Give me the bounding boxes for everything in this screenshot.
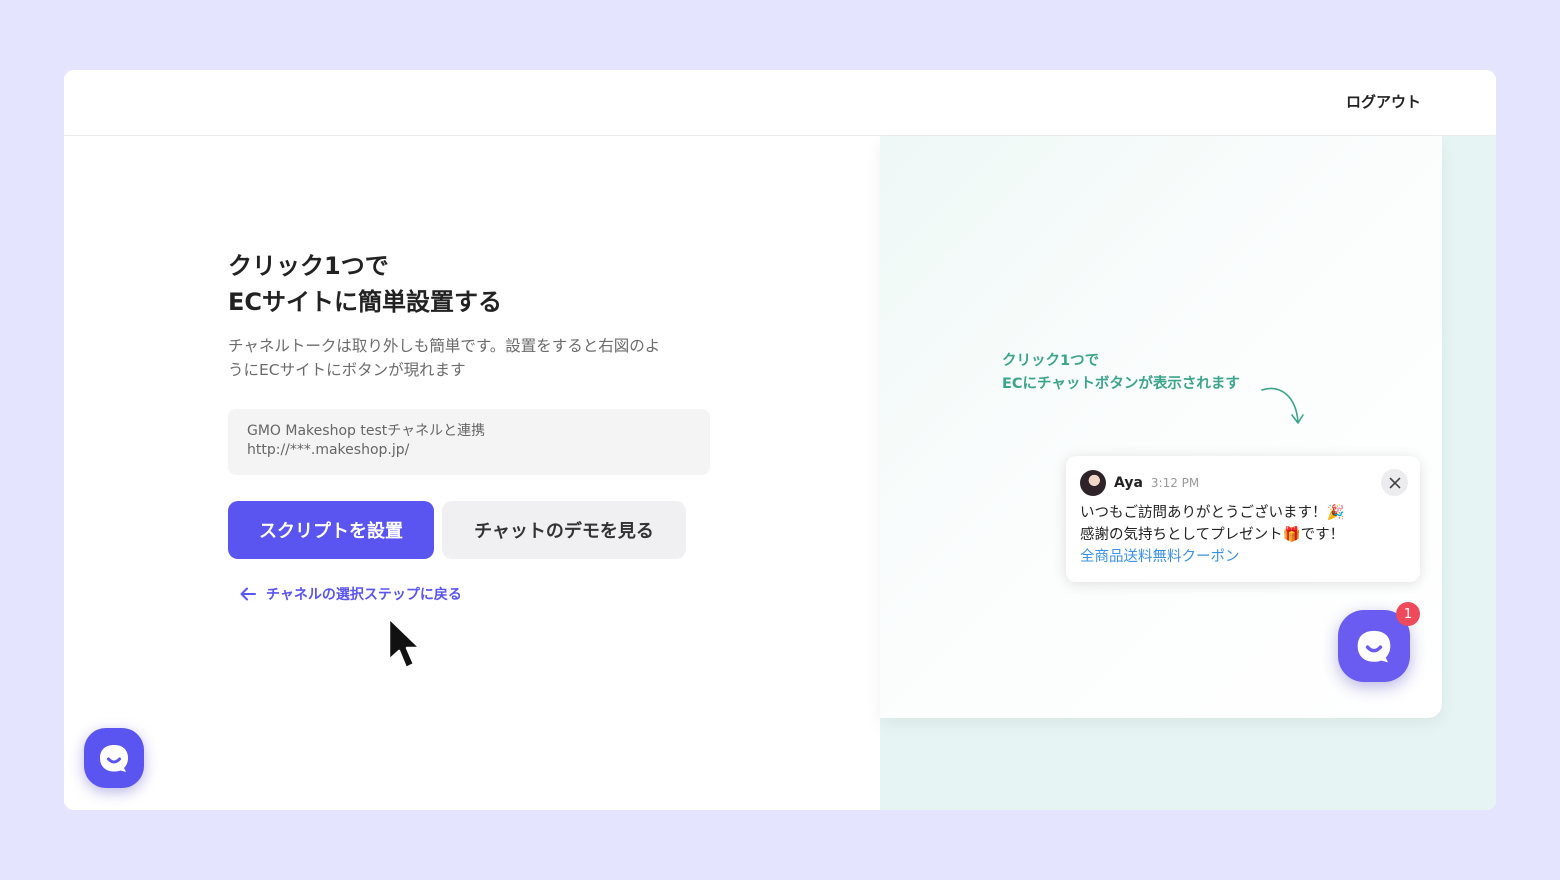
chat-launcher-button[interactable] <box>84 728 144 788</box>
header: ログアウト <box>64 70 1496 136</box>
title-line-2: ECサイトに簡単設置する <box>228 288 503 316</box>
popup-header: Aya 3:12 PM <box>1080 469 1406 496</box>
close-icon <box>1389 477 1400 488</box>
description-line-1: チャネルトークは取り外しも簡単です。設置をすると右図のよ <box>228 337 661 355</box>
message-time: 3:12 PM <box>1150 475 1200 490</box>
description: チャネルトークは取り外しも簡単です。設置をすると右図のよ うにECサイトにボタン… <box>228 334 718 382</box>
chat-bubble-icon <box>1357 630 1391 663</box>
close-button[interactable] <box>1381 469 1408 496</box>
preview-annotation: クリック1つで ECにチャットボタンが表示されます <box>1002 350 1240 396</box>
channel-name: GMO Makeshop testチャネルと連携 <box>247 423 486 439</box>
preview-pane: クリック1つで ECにチャットボタンが表示されます Aya 3:12 PM いつ… <box>880 136 1496 810</box>
page-title: クリック1つで ECサイトに簡単設置する <box>228 248 502 320</box>
preview-chat-launcher-button[interactable]: 1 <box>1338 602 1420 682</box>
title-line-1: クリック1つで <box>228 252 389 280</box>
message-line-2: 感謝の気持ちとしてプレゼント🎁です！ <box>1080 527 1345 543</box>
setup-pane: クリック1つで ECサイトに簡単設置する チャネルトークは取り外しも簡単です。設… <box>64 136 880 810</box>
notification-badge: 1 <box>1396 602 1420 626</box>
annotation-line-1: クリック1つで <box>1002 353 1100 369</box>
curved-arrow-icon <box>1261 387 1304 424</box>
chat-demo-button[interactable]: チャットのデモを見る <box>442 501 686 559</box>
agent-name: Aya <box>1114 474 1143 491</box>
avatar <box>1080 469 1106 496</box>
back-link-label: チャネルの選択ステップに戻る <box>266 587 462 603</box>
mouse-pointer-icon <box>387 616 422 670</box>
logout-link[interactable]: ログアウト <box>1346 91 1421 112</box>
app-window: ログアウト クリック1つで ECサイトに簡単設置する チャネルトークは取り外しも… <box>64 70 1496 810</box>
annotation-line-2: ECにチャットボタンが表示されます <box>1002 376 1240 392</box>
chat-message-popup[interactable]: Aya 3:12 PM いつもご訪問ありがとうございます！🎉 感謝の気持ちとして… <box>1066 456 1420 582</box>
chat-bubble-icon <box>100 745 128 772</box>
coupon-link[interactable]: 全商品送料無料クーポン <box>1080 546 1406 568</box>
message-line-1: いつもご訪問ありがとうございます！🎉 <box>1080 505 1345 521</box>
preview-card: クリック1つで ECにチャットボタンが表示されます Aya 3:12 PM いつ… <box>880 136 1442 718</box>
channel-url: http://***.makeshop.jp/ <box>247 442 410 458</box>
channel-info-box: GMO Makeshop testチャネルと連携 http://***.make… <box>228 409 710 475</box>
message-body: いつもご訪問ありがとうございます！🎉 感謝の気持ちとしてプレゼント🎁です！ 全商… <box>1080 502 1406 568</box>
back-to-channel-select-link[interactable]: チャネルの選択ステップに戻る <box>238 584 462 604</box>
description-line-2: うにECサイトにボタンが現れます <box>228 361 466 379</box>
install-script-button[interactable]: スクリプトを設置 <box>228 501 434 559</box>
arrow-left-icon <box>240 587 256 601</box>
